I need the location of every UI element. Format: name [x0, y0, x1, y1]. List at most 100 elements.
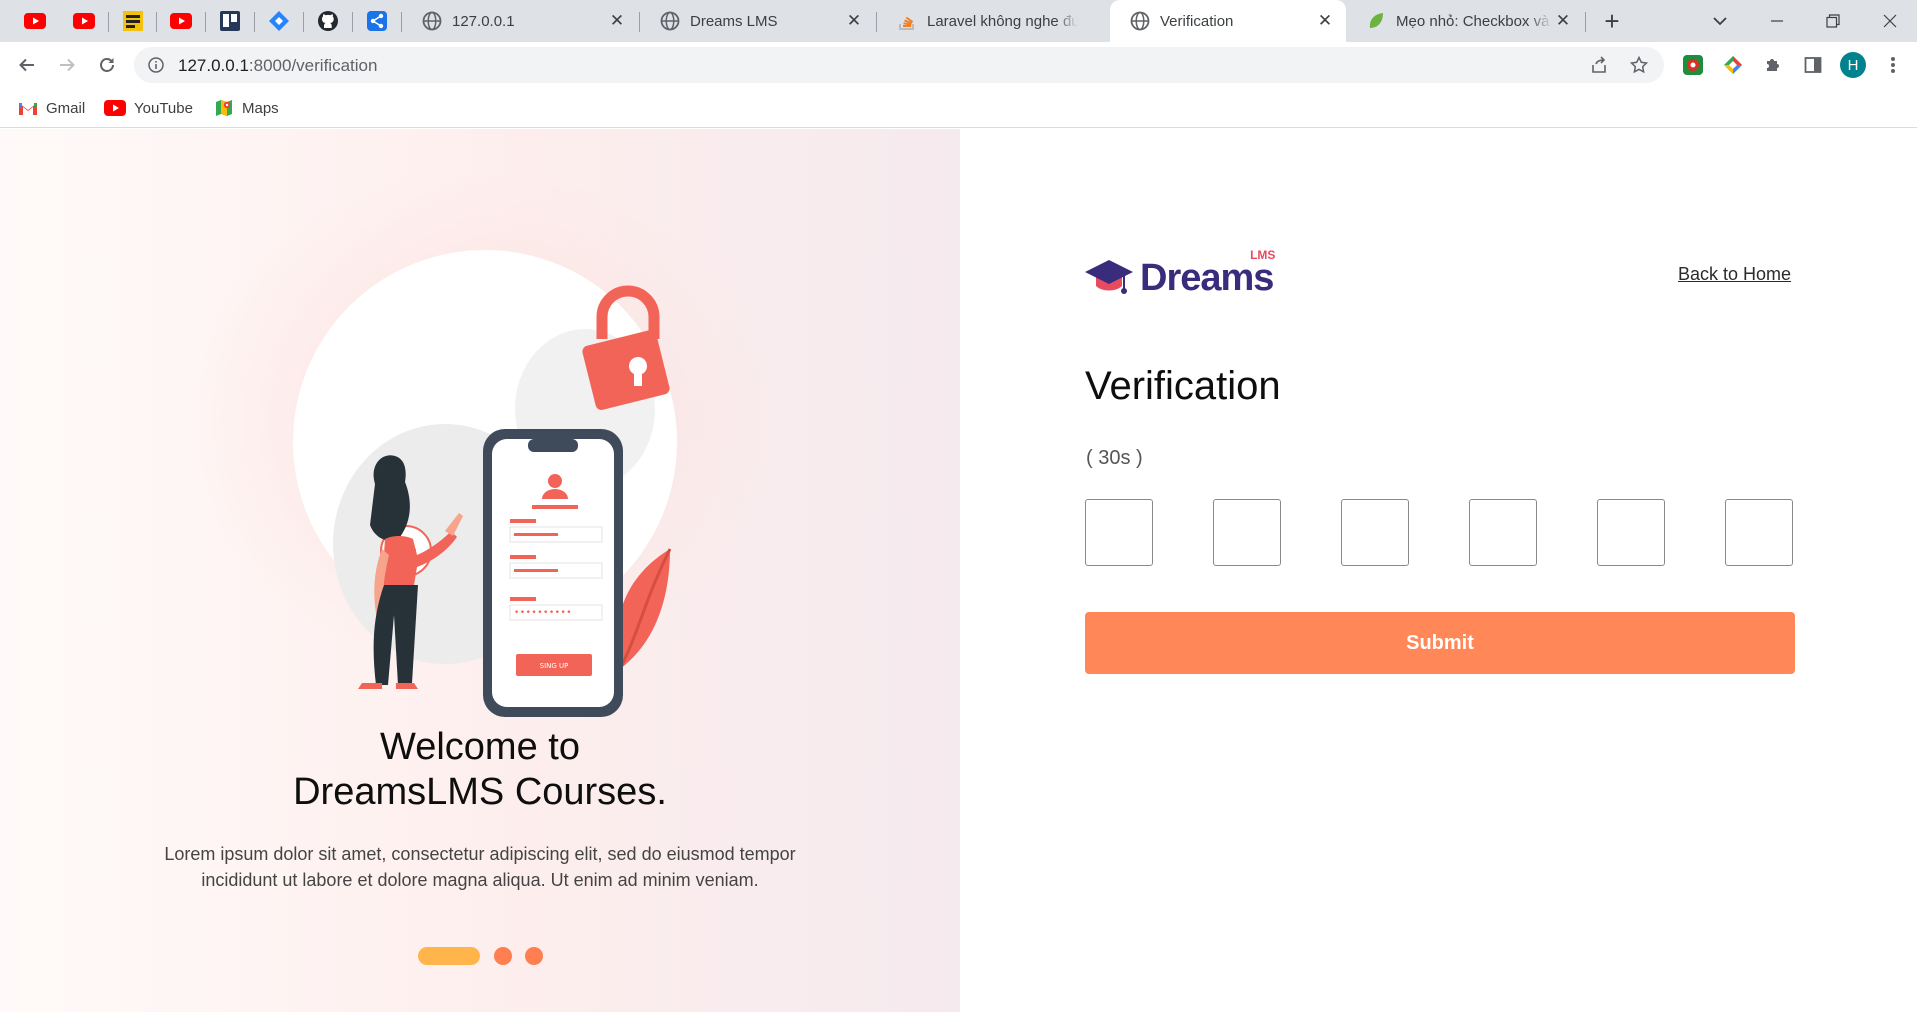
tab-meo-nho[interactable]: Mẹo nhỏ: Checkbox và ✕: [1346, 0, 1584, 42]
info-icon[interactable]: [148, 57, 164, 73]
minimize-icon: [1771, 20, 1783, 22]
pinned-tab-youtube-3[interactable]: [168, 8, 194, 34]
url-text[interactable]: 127.0.0.1:8000/verification: [178, 56, 377, 76]
page-content: •••••••••• SING UP Welcome to DreamsLMS …: [0, 129, 1917, 1012]
bookmark-gmail[interactable]: Gmail: [18, 96, 85, 120]
pinned-tab-jira[interactable]: [266, 8, 292, 34]
graduation-cap-icon: [1085, 260, 1133, 294]
tab-laravel[interactable]: Laravel không nghe được ✕: [877, 0, 1110, 42]
pinned-tab-github[interactable]: [315, 8, 341, 34]
reload-button[interactable]: [92, 50, 122, 80]
bookmark-label: Gmail: [46, 99, 86, 117]
phone-mockup: •••••••••• SING UP: [483, 429, 623, 717]
youtube-icon: [170, 13, 192, 29]
browser-window: 127.0.0.1 ✕ Dreams LMS ✕ Laravel không n…: [0, 0, 1917, 1012]
hero-description-line-2: incididunt ut labore et dolore magna ali…: [201, 870, 759, 890]
globe-icon: [1130, 11, 1150, 31]
countdown-timer: ( 30s ): [1086, 447, 1143, 469]
pinned-tab-youtube-2[interactable]: [71, 8, 97, 34]
meme-icon: [123, 11, 143, 31]
bookmark-youtube[interactable]: YouTube: [104, 96, 193, 120]
otp-digit-4[interactable]: [1469, 499, 1537, 566]
bookmark-maps[interactable]: Maps: [214, 96, 279, 120]
close-window-button[interactable]: [1875, 6, 1905, 36]
otp-digit-2[interactable]: [1213, 499, 1281, 566]
side-panel-icon: [1804, 57, 1822, 73]
address-bar[interactable]: 127.0.0.1:8000/verification: [134, 47, 1664, 83]
restore-button[interactable]: [1818, 6, 1848, 36]
bookmark-label: Maps: [242, 99, 279, 117]
chevron-down-icon: [1713, 17, 1727, 26]
globe-icon: [660, 11, 680, 31]
youtube-icon: [104, 100, 126, 116]
close-icon[interactable]: ✕: [606, 11, 628, 31]
youtube-icon: [73, 13, 95, 29]
svg-text:••••••••••: ••••••••••: [514, 608, 572, 618]
logo-text: Dreams: [1140, 256, 1274, 299]
url-path: :8000/verification: [248, 56, 378, 75]
stackoverflow-icon: [899, 16, 914, 30]
globe-icon: [422, 11, 442, 31]
otp-digit-6[interactable]: [1725, 499, 1793, 566]
avatar-initial: H: [1847, 56, 1859, 74]
tab-title: Dreams LMS: [690, 12, 778, 30]
extension-diamond-button[interactable]: [1718, 50, 1748, 80]
close-icon[interactable]: ✕: [1552, 11, 1574, 31]
kebab-menu-icon: [1891, 57, 1895, 73]
page-title: Verification: [1085, 364, 1281, 408]
carousel-dot-active[interactable]: [418, 947, 480, 965]
submit-button[interactable]: Submit: [1085, 612, 1795, 674]
trello-icon: [220, 11, 240, 31]
tab-separator: [352, 12, 353, 32]
dreams-logo[interactable]: Dreams LMS: [1084, 248, 1275, 303]
avatar: H: [1840, 52, 1866, 78]
back-to-home-link[interactable]: Back to Home: [1678, 264, 1791, 285]
hero-title: Welcome to DreamsLMS Courses.: [0, 725, 960, 815]
restore-icon: [1826, 14, 1840, 28]
arrow-left-icon: [19, 58, 34, 72]
extension-red-button[interactable]: [1678, 50, 1708, 80]
profile-button[interactable]: H: [1838, 50, 1868, 80]
hero-panel: •••••••••• SING UP Welcome to DreamsLMS …: [0, 129, 960, 1012]
pinned-tab-trello[interactable]: [217, 8, 243, 34]
otp-digit-3[interactable]: [1341, 499, 1409, 566]
share-icon: [367, 11, 387, 31]
minimize-button[interactable]: [1762, 6, 1792, 36]
youtube-icon: [24, 13, 46, 29]
close-icon[interactable]: ✕: [843, 11, 865, 31]
pinned-tab-share[interactable]: [364, 8, 390, 34]
phone-signup-text: SING UP: [540, 662, 569, 670]
pinned-tab-meme[interactable]: [120, 8, 146, 34]
verification-panel: Dreams LMS Back to Home Verification ( 30…: [960, 129, 1917, 1012]
tab-dreams-lms[interactable]: Dreams LMS ✕: [640, 0, 875, 42]
tab-verification[interactable]: Verification ✕: [1110, 0, 1346, 42]
logo-badge: LMS: [1250, 247, 1276, 262]
tab-separator: [156, 12, 157, 32]
otp-digit-5[interactable]: [1597, 499, 1665, 566]
tab-separator: [205, 12, 206, 32]
otp-digit-1[interactable]: [1085, 499, 1153, 566]
carousel-dot[interactable]: [525, 947, 543, 965]
star-icon[interactable]: [1630, 56, 1648, 74]
share-page-icon[interactable]: [1590, 56, 1608, 74]
tab-localhost[interactable]: 127.0.0.1 ✕: [402, 0, 638, 42]
menu-button[interactable]: [1878, 50, 1908, 80]
gmail-icon: [19, 102, 37, 115]
close-icon[interactable]: ✕: [1314, 11, 1336, 31]
hero-description-line-1: Lorem ipsum dolor sit amet, consectetur …: [164, 844, 796, 864]
extension-red-icon: [1683, 55, 1703, 75]
maps-icon: [216, 100, 232, 116]
reload-icon: [100, 58, 114, 72]
back-button[interactable]: [12, 50, 42, 80]
hero-description: Lorem ipsum dolor sit amet, consectetur …: [140, 841, 820, 893]
tab-search-button[interactable]: [1705, 6, 1735, 36]
pinned-tab-youtube[interactable]: [22, 8, 48, 34]
tab-separator: [1585, 12, 1586, 32]
side-panel-button[interactable]: [1798, 50, 1828, 80]
tab-title: Verification: [1160, 12, 1234, 30]
extensions-button[interactable]: [1758, 50, 1788, 80]
new-tab-button[interactable]: +: [1597, 6, 1627, 36]
forward-button[interactable]: [52, 50, 82, 80]
jira-icon: [269, 11, 289, 31]
carousel-dot[interactable]: [494, 947, 512, 965]
